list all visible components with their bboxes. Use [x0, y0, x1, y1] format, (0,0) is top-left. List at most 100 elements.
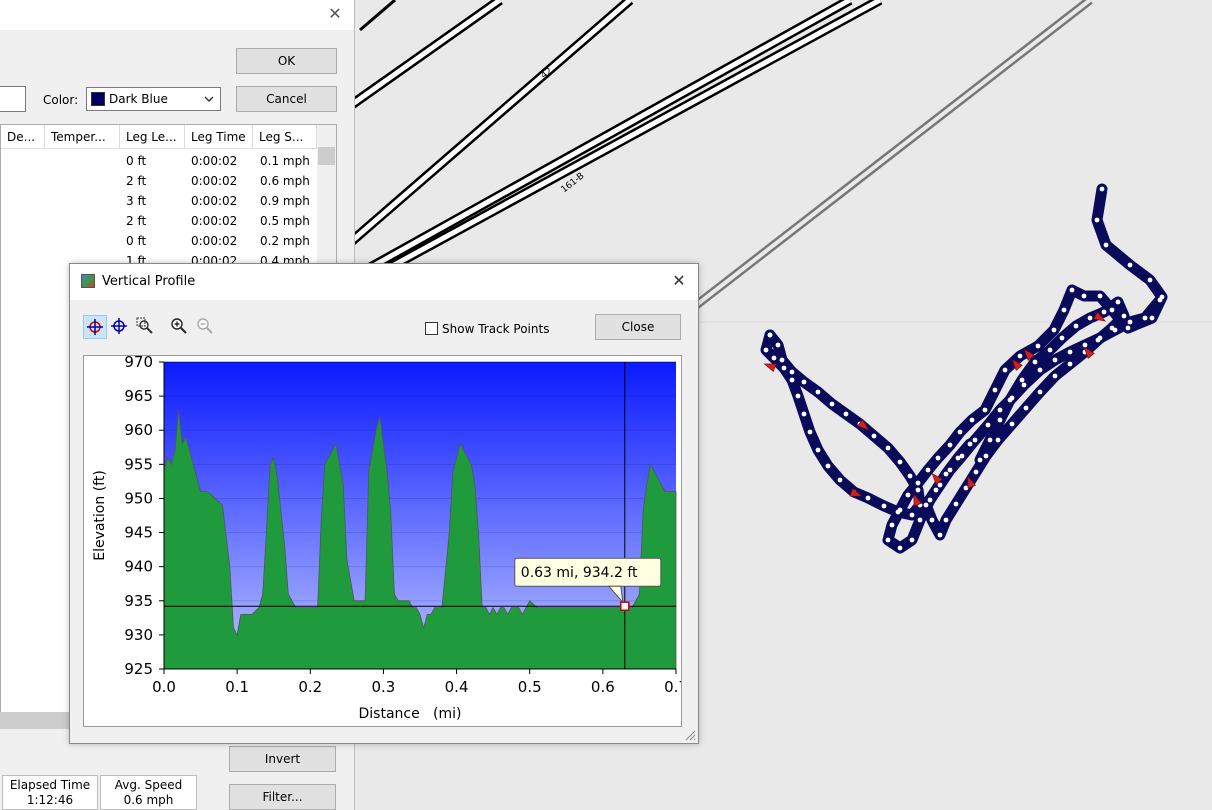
- close-icon[interactable]: ✕: [326, 4, 344, 24]
- table-cell[interactable]: 2 ft: [126, 171, 146, 191]
- track-point[interactable]: [1059, 335, 1065, 341]
- table-cell[interactable]: 0:00:02: [191, 191, 237, 211]
- table-cell[interactable]: 0:00:02: [191, 211, 237, 231]
- track-point[interactable]: [997, 407, 1003, 413]
- track-point[interactable]: [1082, 342, 1088, 348]
- name-input[interactable]: [0, 86, 26, 112]
- filter-button[interactable]: Filter...: [229, 784, 336, 810]
- zoom-out-icon[interactable]: [194, 315, 218, 339]
- track-point[interactable]: [801, 411, 807, 417]
- track-point[interactable]: [897, 459, 903, 465]
- track-point[interactable]: [801, 379, 807, 385]
- track-point[interactable]: [1007, 397, 1013, 403]
- track-point[interactable]: [1002, 367, 1008, 373]
- column-header[interactable]: De...: [1, 125, 45, 149]
- table-cell[interactable]: 0:00:02: [191, 151, 237, 171]
- track-point[interactable]: [1032, 359, 1038, 365]
- track-point[interactable]: [1052, 357, 1058, 363]
- track-point[interactable]: [937, 532, 943, 538]
- track-point[interactable]: [982, 407, 988, 413]
- show-track-points-checkbox[interactable]: [425, 322, 438, 335]
- track-point[interactable]: [987, 437, 993, 443]
- track-point[interactable]: [923, 502, 929, 508]
- close-button[interactable]: Close: [595, 314, 681, 340]
- track-point[interactable]: [985, 422, 991, 428]
- track-point[interactable]: [895, 509, 901, 515]
- track-point[interactable]: [897, 545, 903, 551]
- track-point[interactable]: [1103, 242, 1109, 248]
- track-point[interactable]: [1097, 293, 1103, 299]
- zoom-box-icon[interactable]: [134, 315, 158, 339]
- ok-button[interactable]: OK: [236, 48, 337, 74]
- track-point[interactable]: [937, 482, 943, 488]
- track-point[interactable]: [815, 389, 821, 395]
- resize-grip-icon[interactable]: [682, 727, 696, 741]
- track-point[interactable]: [969, 417, 975, 423]
- track-point[interactable]: [1157, 297, 1163, 303]
- invert-button[interactable]: Invert: [229, 746, 336, 772]
- table-cell[interactable]: 0:00:02: [191, 231, 237, 251]
- track-point[interactable]: [829, 401, 835, 407]
- track-point[interactable]: [1101, 309, 1107, 315]
- column-header[interactable]: Temper...: [45, 125, 120, 149]
- track-point[interactable]: [789, 369, 795, 375]
- track-point[interactable]: [977, 457, 983, 463]
- track-point[interactable]: [915, 480, 921, 486]
- track-point[interactable]: [779, 357, 785, 363]
- track-point[interactable]: [905, 492, 911, 498]
- track-point[interactable]: [935, 455, 941, 461]
- track-point[interactable]: [781, 365, 787, 371]
- track-point[interactable]: [927, 497, 933, 503]
- track-point[interactable]: [1121, 313, 1127, 319]
- table-cell[interactable]: 2 ft: [126, 211, 146, 231]
- track-point[interactable]: [967, 441, 973, 447]
- track-point[interactable]: [1073, 323, 1079, 329]
- track-point[interactable]: [871, 433, 877, 439]
- table-cell[interactable]: 3 ft: [126, 191, 146, 211]
- table-cell[interactable]: 0.2 mph: [260, 231, 310, 251]
- track-point[interactable]: [1019, 377, 1025, 383]
- crosshair-tool-icon[interactable]: [83, 315, 107, 339]
- track-point[interactable]: [1067, 361, 1073, 367]
- cancel-button[interactable]: Cancel: [236, 86, 337, 112]
- track-point[interactable]: [1147, 277, 1153, 283]
- track-point[interactable]: [767, 332, 773, 338]
- table-cell[interactable]: 0.9 mph: [260, 191, 310, 211]
- track-point[interactable]: [771, 355, 777, 361]
- track-point[interactable]: [909, 512, 915, 518]
- track-point[interactable]: [815, 447, 821, 453]
- table-cell[interactable]: 0 ft: [126, 151, 146, 171]
- track-point[interactable]: [972, 437, 978, 443]
- track-point[interactable]: [1115, 299, 1121, 305]
- track-point[interactable]: [795, 393, 801, 399]
- track-point[interactable]: [929, 517, 935, 523]
- track-point[interactable]: [1149, 315, 1155, 321]
- track-point[interactable]: [1127, 319, 1133, 325]
- track-point[interactable]: [1081, 293, 1087, 299]
- track-point[interactable]: [1047, 347, 1053, 353]
- track-point[interactable]: [1061, 307, 1067, 313]
- track-point[interactable]: [837, 477, 843, 483]
- track-point[interactable]: [775, 342, 781, 348]
- target-tool-icon[interactable]: [108, 315, 132, 339]
- elevation-chart[interactable]: 970 965 960 955 950 945 940 935 930 925 0.0 0.1 0.2 0…: [83, 353, 688, 727]
- table-cell[interactable]: 0:00:02: [191, 171, 237, 191]
- column-header[interactable]: Leg Time: [185, 125, 253, 149]
- track-point[interactable]: [1069, 287, 1075, 293]
- track-point[interactable]: [1037, 389, 1043, 395]
- zoom-in-icon[interactable]: [168, 315, 192, 339]
- track-point[interactable]: [992, 387, 998, 393]
- track-point[interactable]: [997, 417, 1003, 423]
- scrollbar-thumb[interactable]: [318, 147, 335, 165]
- track-point[interactable]: [825, 463, 831, 469]
- color-dropdown[interactable]: Dark Blue: [86, 87, 221, 111]
- track-point[interactable]: [843, 411, 849, 417]
- track-point[interactable]: [1087, 315, 1093, 321]
- track-point[interactable]: [1109, 307, 1115, 313]
- close-icon[interactable]: ✕: [668, 270, 690, 292]
- track-point[interactable]: [1095, 337, 1101, 343]
- table-cell[interactable]: 0.6 mph: [260, 171, 310, 191]
- track-point[interactable]: [925, 467, 931, 473]
- track-point[interactable]: [933, 487, 939, 493]
- track-point[interactable]: [957, 429, 963, 435]
